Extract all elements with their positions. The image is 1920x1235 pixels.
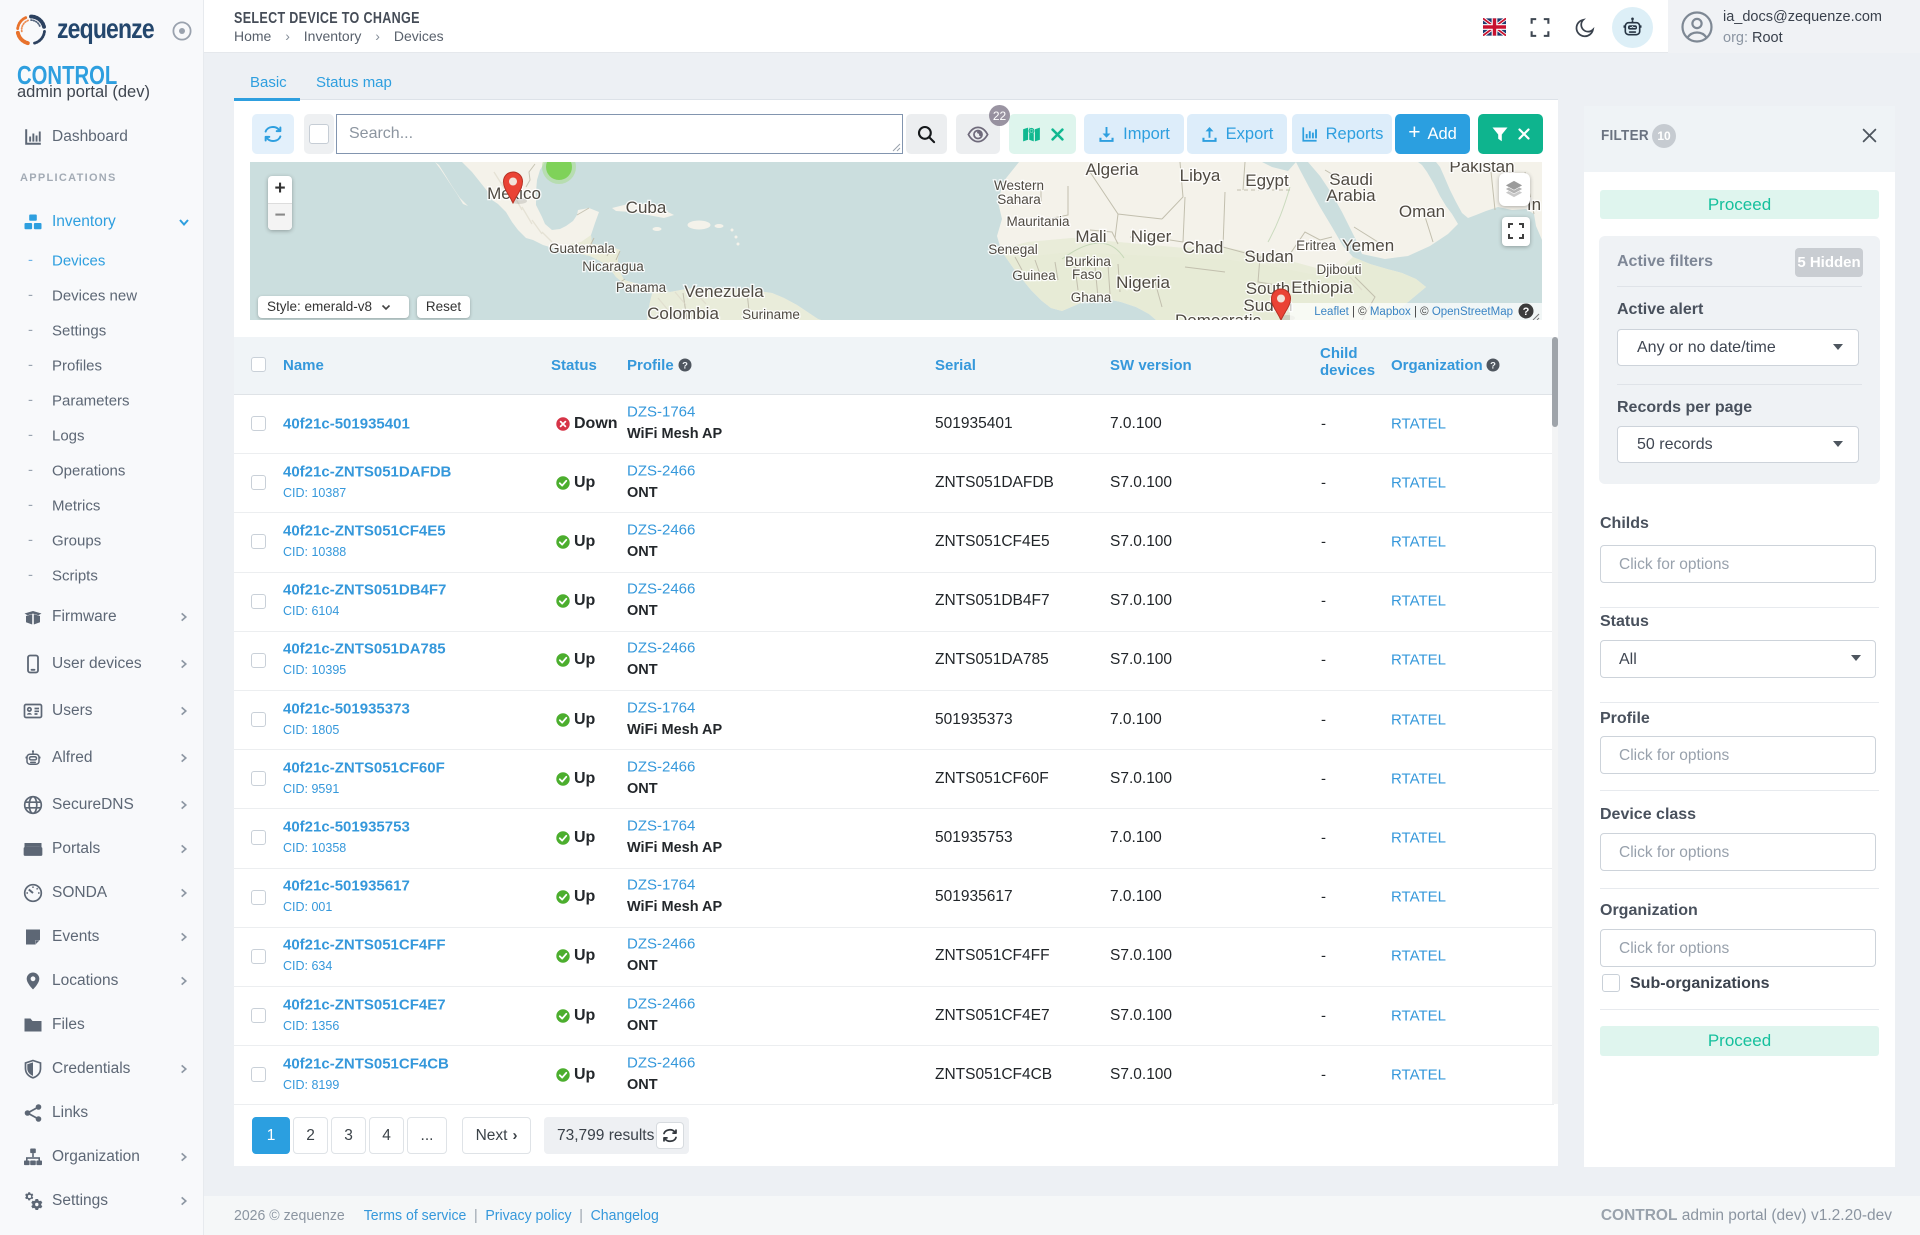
svg-text:Nigeria: Nigeria: [1116, 273, 1170, 292]
svg-text:Oman: Oman: [1399, 202, 1445, 221]
svg-text:Venezuela: Venezuela: [684, 282, 764, 301]
svg-text:Ethiopia: Ethiopia: [1291, 278, 1353, 297]
svg-text:Ghana: Ghana: [1071, 290, 1112, 305]
svg-text:Egypt: Egypt: [1245, 171, 1289, 190]
svg-text:?: ?: [1523, 306, 1530, 318]
svg-text:Leaflet | © Mapbox | © OpenStr: Leaflet | © Mapbox | © OpenStreetMap: [1314, 306, 1513, 318]
svg-text:Western: Western: [994, 178, 1044, 193]
svg-text:Senegal: Senegal: [988, 242, 1038, 257]
svg-text:Suriname: Suriname: [742, 307, 800, 320]
svg-text:?: ?: [1490, 360, 1496, 371]
svg-text:Libya: Libya: [1180, 166, 1221, 185]
svg-text:Mali: Mali: [1075, 227, 1106, 246]
svg-text:Djibouti: Djibouti: [1316, 262, 1361, 277]
svg-text:Democratic: Democratic: [1175, 311, 1261, 320]
svg-text:Niger: Niger: [1131, 227, 1172, 246]
svg-text:Sudan: Sudan: [1244, 247, 1293, 266]
svg-text:Guatemala: Guatemala: [549, 241, 616, 256]
svg-text:Colombia: Colombia: [647, 304, 719, 320]
svg-text:Cuba: Cuba: [626, 198, 667, 217]
svg-text:Arabia: Arabia: [1326, 186, 1376, 205]
svg-text:Yemen: Yemen: [1342, 236, 1394, 255]
svg-text:Eritrea: Eritrea: [1296, 238, 1336, 253]
svg-text:Faso: Faso: [1072, 267, 1102, 282]
svg-text:Algeria: Algeria: [1086, 162, 1139, 179]
svg-text:Panama: Panama: [616, 280, 667, 295]
svg-text:Sahara: Sahara: [997, 192, 1041, 207]
svg-text:?: ?: [682, 360, 688, 371]
svg-text:Nicaragua: Nicaragua: [582, 259, 644, 274]
svg-text:Chad: Chad: [1183, 238, 1224, 257]
svg-text:Guinea: Guinea: [1012, 268, 1056, 283]
svg-text:Mauritania: Mauritania: [1006, 214, 1070, 229]
